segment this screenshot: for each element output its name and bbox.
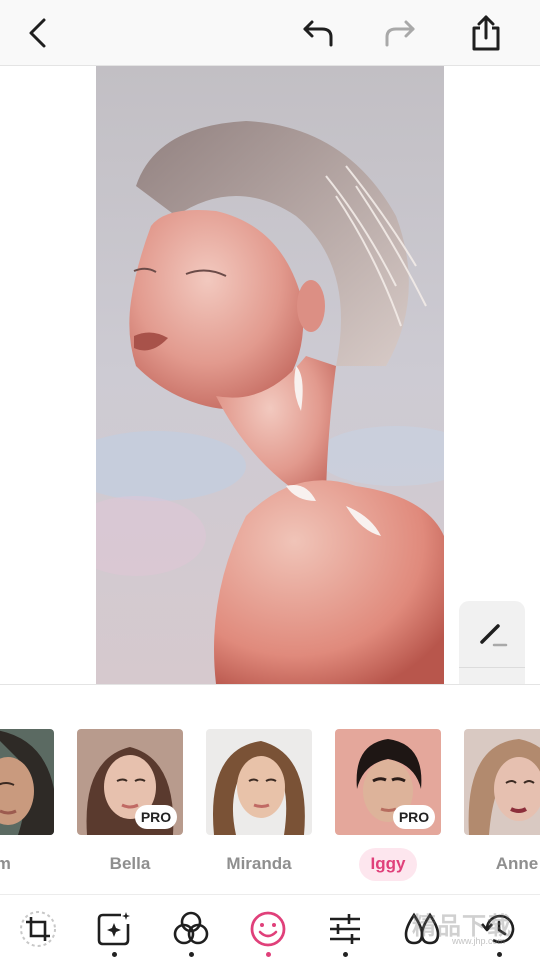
photo-editor-screen: im PRO Bella Miran — [0, 0, 540, 960]
chevron-left-icon — [29, 18, 46, 48]
model-strip: im PRO Bella Miran — [0, 684, 540, 894]
model-label-bella: Bella — [109, 854, 151, 873]
indicator-dot — [343, 952, 348, 957]
edited-photo[interactable] — [96, 66, 444, 684]
brush-eraser-button[interactable] — [459, 601, 525, 667]
pro-badge: PRO — [393, 805, 435, 829]
model-thumb-bella[interactable]: PRO — [77, 729, 183, 835]
top-bar — [0, 0, 540, 66]
indicator-dot — [112, 952, 117, 957]
face-retouch-button[interactable] — [246, 907, 290, 951]
pro-badge: PRO — [135, 805, 177, 829]
model-label-iggy: Iggy — [370, 854, 406, 873]
redo-icon — [385, 20, 415, 47]
redo-button[interactable] — [376, 9, 424, 57]
magic-enhance-icon — [97, 912, 130, 946]
model-thumb-iggy[interactable]: PRO — [335, 729, 441, 835]
model-label-miranda: Miranda — [226, 854, 292, 873]
watermark-url: www.jhp.com — [452, 936, 506, 946]
canvas-area — [0, 66, 540, 735]
model-label-anne: Anne — [495, 854, 539, 873]
model-thumb-0[interactable] — [0, 729, 54, 835]
portrait-image — [96, 66, 444, 684]
crop-button[interactable] — [16, 907, 60, 951]
brush-eraser-icon — [480, 624, 508, 647]
model-photo — [464, 729, 540, 835]
indicator-dot — [497, 952, 502, 957]
adjust-sliders-icon — [330, 914, 360, 944]
share-icon — [472, 15, 500, 51]
indicator-dot-active — [266, 952, 271, 957]
model-thumb-anne[interactable] — [464, 729, 540, 835]
undo-icon — [303, 20, 333, 47]
undo-button[interactable] — [294, 9, 342, 57]
model-thumb-miranda[interactable] — [206, 729, 312, 835]
filters-button[interactable] — [169, 907, 213, 951]
magic-enhance-button[interactable] — [92, 907, 136, 951]
model-label-0: im — [0, 854, 54, 874]
model-photo — [206, 729, 312, 835]
face-retouch-icon — [250, 911, 286, 947]
back-button[interactable] — [14, 9, 62, 57]
indicator-dot — [189, 952, 194, 957]
model-photo — [0, 729, 54, 835]
crop-icon — [20, 911, 56, 947]
share-button[interactable] — [462, 9, 510, 57]
filters-icon — [173, 911, 209, 945]
adjust-button[interactable] — [323, 907, 367, 951]
